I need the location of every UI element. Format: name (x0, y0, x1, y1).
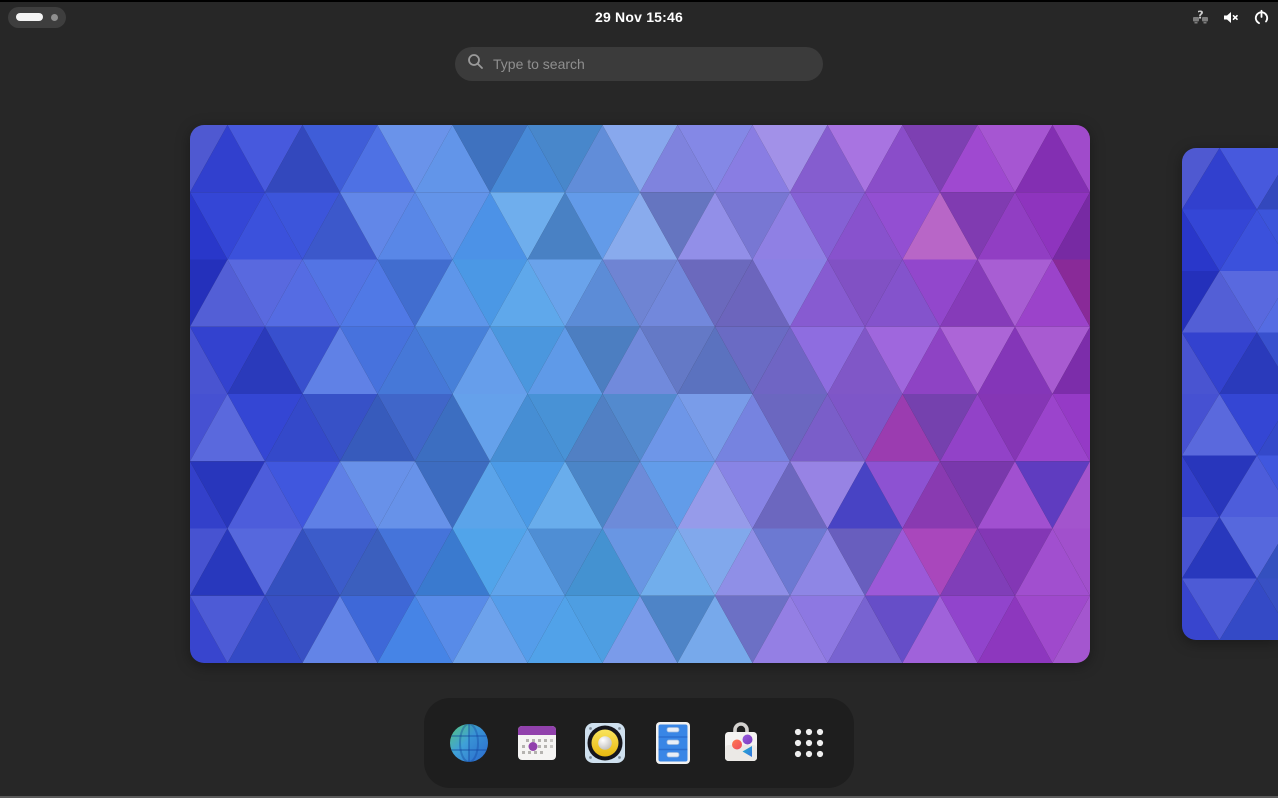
system-status-area[interactable]: ? (1192, 2, 1270, 32)
svg-text:?: ? (1197, 9, 1203, 22)
dash-dock (424, 698, 854, 788)
web-browser-icon[interactable] (445, 719, 493, 767)
show-apps-icon[interactable] (785, 719, 833, 767)
workspace-thumbnail-1[interactable] (190, 125, 1090, 663)
workspace-indicator-dot (51, 14, 58, 21)
search-input[interactable] (493, 56, 811, 72)
search-icon (467, 53, 484, 75)
workspace-thumbnail-2[interactable] (1182, 148, 1278, 640)
software-store-icon[interactable] (717, 719, 765, 767)
gnome-activities-overview: { "topbar": { "clock": "29 Nov 15:46", "… (0, 0, 1278, 798)
wallpaper-workspace-1 (190, 125, 1090, 663)
power-icon[interactable] (1253, 9, 1270, 26)
search-bar[interactable] (455, 47, 823, 81)
file-manager-icon[interactable] (649, 719, 697, 767)
calendar-icon[interactable] (513, 719, 561, 767)
volume-muted-icon[interactable] (1222, 9, 1240, 26)
wallpaper-workspace-2 (1182, 148, 1278, 640)
clock[interactable]: 29 Nov 15:46 (595, 2, 683, 32)
activities-workspace-indicator[interactable] (8, 7, 66, 28)
music-player-icon[interactable] (581, 719, 629, 767)
top-bar: 29 Nov 15:46 ? (0, 2, 1278, 32)
workspace-indicator-active (16, 13, 43, 21)
network-question-icon[interactable]: ? (1192, 9, 1209, 26)
